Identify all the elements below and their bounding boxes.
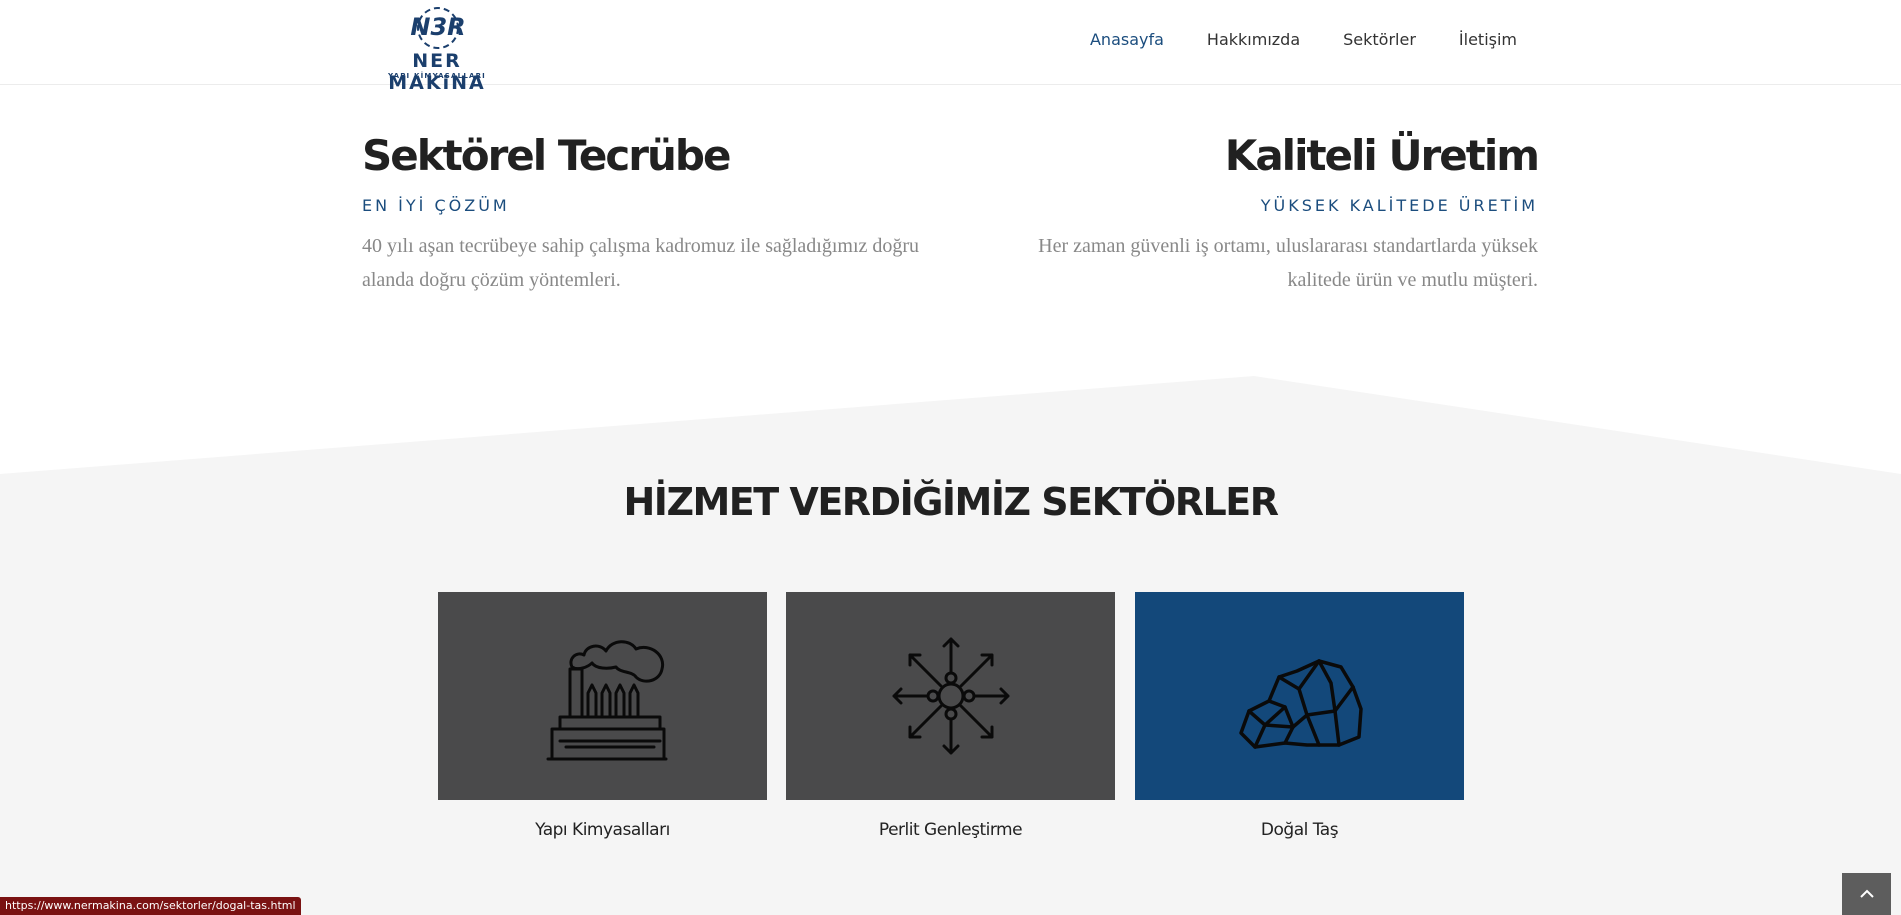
scroll-to-top-button[interactable] [1842,873,1891,915]
feature-title: Kaliteli Üretim [1224,131,1540,180]
sectors-title: HİZMET VERDİĞİMİZ SEKTÖRLER [623,480,1279,524]
expansion-icon [892,637,1009,755]
sector-card-image[interactable] [786,592,1115,800]
sector-card-image[interactable] [438,592,767,800]
nav-item-hakkimizda[interactable]: Hakkımızda [1207,30,1300,49]
feature-sektorel-tecrube: Sektörel Tecrübe EN İYİ ÇÖZÜM 40 yılı aş… [362,128,922,297]
chevron-up-icon [1859,889,1874,898]
sector-card-yapi-kimyasallari[interactable]: Yapı Kimyasalları [438,592,767,840]
status-bar-url: https://www.nermakina.com/sektorler/doga… [0,897,301,915]
nav-item-sektorler[interactable]: Sektörler [1343,30,1416,49]
feature-title: Sektörel Tecrübe [362,131,731,180]
feature-text: Her zaman güvenli iş ortamı, uluslararas… [1038,235,1538,291]
logo-mark-text: N3R [410,13,465,41]
sector-card-dogal-tas[interactable]: Doğal Taş [1135,592,1464,840]
sector-card-label[interactable]: Doğal Taş [1135,820,1464,840]
ner-logo-mark-icon: N3R [410,7,466,49]
main-nav: Anasayfa Hakkımızda Sektörler İletişim [1090,30,1517,49]
sector-card-image[interactable] [1135,592,1464,800]
site-header: N3R NER MAKiNA YAPI KİMYASALLARI Anasayf… [0,0,1901,94]
sector-card-perlit-genlestirme[interactable]: Perlit Genleştirme [786,592,1115,840]
feature-kaliteli-uretim: Kaliteli Üretim YÜKSEK KALİTEDE ÜRETİM H… [978,128,1540,297]
nav-item-anasayfa[interactable]: Anasayfa [1090,30,1164,49]
site-logo[interactable]: N3R NER MAKiNA YAPI KİMYASALLARI [362,4,512,94]
sector-card-label[interactable]: Yapı Kimyasalları [438,820,767,840]
feature-subtitle: EN İYİ ÇÖZÜM [362,196,510,215]
stone-icon [1238,659,1363,749]
nav-item-iletisim[interactable]: İletişim [1459,30,1517,49]
feature-subtitle: YÜKSEK KALİTEDE ÜRETİM [1260,196,1538,215]
factory-icon [546,640,667,761]
brand-tagline: YAPI KİMYASALLARI [388,72,486,80]
sector-card-label[interactable]: Perlit Genleştirme [786,820,1115,840]
feature-text: 40 yılı aşan tecrübeye sahip çalışma kad… [362,235,920,291]
